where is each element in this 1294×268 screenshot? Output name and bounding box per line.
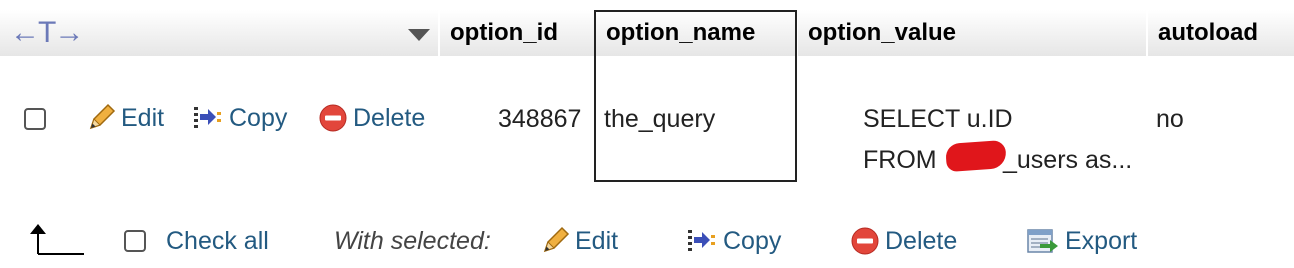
header-autoload-label[interactable]: autoload [1148, 19, 1258, 47]
sort-arrow-icon[interactable] [408, 29, 430, 41]
export-icon [1027, 229, 1058, 253]
bulk-delete-label[interactable]: Delete [885, 227, 957, 256]
redaction-mark [945, 139, 1007, 173]
bulk-copy-label[interactable]: Copy [723, 227, 781, 256]
row-edit-label[interactable]: Edit [121, 104, 164, 133]
cell-option-id: 348867 [498, 105, 582, 133]
row-copy-button[interactable]: Copy [192, 103, 287, 133]
bulk-edit-label[interactable]: Edit [575, 227, 618, 256]
bulk-copy-button[interactable]: Copy [686, 226, 781, 256]
cell-option-value-line2-suffix: _users as... [1003, 146, 1133, 174]
pencil-icon [89, 103, 116, 130]
row-delete-button[interactable]: Delete [318, 103, 425, 133]
header-option-value-label[interactable]: option_value [798, 19, 956, 47]
bulk-export-button[interactable]: Export [1026, 226, 1137, 256]
row-checkbox[interactable] [24, 108, 46, 130]
cell-option-name: the_query [604, 105, 716, 133]
header-option-id-label[interactable]: option_id [440, 19, 558, 47]
row-delete-label[interactable]: Delete [353, 104, 425, 133]
delete-icon [851, 227, 879, 255]
header-option-value[interactable]: option_value [798, 10, 1146, 56]
row-edit-button[interactable]: Edit [86, 103, 164, 133]
with-selected-label: With selected: [334, 227, 491, 255]
check-all-link[interactable]: Check all [166, 227, 269, 256]
copy-icon [194, 107, 221, 128]
header-option-name[interactable]: option_name [596, 10, 796, 56]
bulk-export-label[interactable]: Export [1065, 227, 1137, 256]
copy-icon [688, 230, 715, 251]
pencil-icon [543, 226, 570, 253]
header-autoload[interactable]: autoload [1148, 10, 1294, 56]
check-all-checkbox[interactable] [124, 230, 146, 252]
cell-autoload: no [1156, 105, 1184, 133]
column-arrows-header: ←T→ [0, 10, 438, 56]
header-option-id[interactable]: option_id [440, 10, 594, 56]
delete-icon [319, 104, 347, 132]
column-resize-arrows-icon[interactable]: ←T→ [10, 16, 84, 50]
bulk-edit-button[interactable]: Edit [540, 226, 618, 256]
header-option-name-label[interactable]: option_name [596, 19, 755, 47]
cell-option-value-line2-prefix: FROM [863, 146, 937, 174]
row-copy-label[interactable]: Copy [229, 104, 287, 133]
bulk-delete-button[interactable]: Delete [850, 226, 957, 256]
return-arrow-icon [30, 224, 84, 255]
cell-option-value-line1: SELECT u.ID [863, 105, 1013, 133]
